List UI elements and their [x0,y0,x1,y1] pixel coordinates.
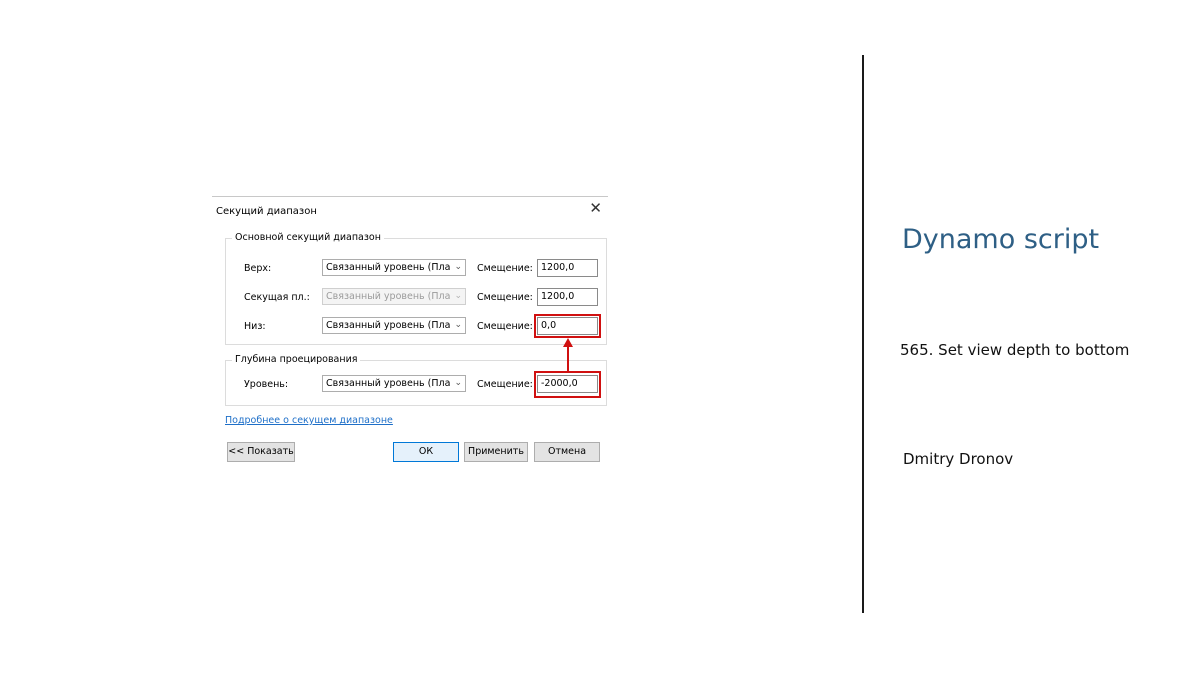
dialog-titlebar: Секущий диапазон ✕ [212,197,608,225]
depth-offset-highlight [534,371,601,398]
view-depth-legend: Глубина проецирования [232,354,361,365]
cut-plane-offset-field[interactable]: 1200,0 [537,288,598,306]
show-button[interactable]: << Показать [227,442,295,462]
close-icon[interactable]: ✕ [589,201,602,216]
cut-plane-level-select: Связанный уровень (План ⌄ [322,288,466,305]
divider-line [862,55,864,613]
depth-level-select[interactable]: Связанный уровень (План ⌄ [322,375,466,392]
primary-range-legend: Основной секущий диапазон [232,232,384,243]
bottom-level-select[interactable]: Связанный уровень (План ⌄ [322,317,466,334]
depth-offset-label: Смещение: [477,379,533,390]
bottom-offset-highlight [534,314,601,338]
view-range-dialog: Секущий диапазон ✕ Основной секущий диап… [212,196,608,464]
ok-button[interactable]: ОК [393,442,459,462]
top-label: Верх: [244,263,272,274]
cut-plane-level-value: Связанный уровень (План [326,291,450,302]
top-offset-label: Смещение: [477,263,533,274]
depth-level-value: Связанный уровень (План [326,378,450,389]
depth-level-label: Уровень: [244,379,289,390]
dialog-title: Секущий диапазон [216,206,317,217]
chevron-down-icon: ⌄ [454,320,462,330]
apply-button[interactable]: Применить [464,442,528,462]
bottom-level-value: Связанный уровень (План [326,320,450,331]
view-range-help-link[interactable]: Подробнее о секущем диапазоне [225,415,393,426]
chevron-down-icon: ⌄ [454,291,462,301]
cancel-button[interactable]: Отмена [534,442,600,462]
chevron-down-icon: ⌄ [454,378,462,388]
panel-subtitle: 565. Set view depth to bottom [900,341,1130,359]
panel-heading: Dynamo script [902,224,1100,255]
top-level-select[interactable]: Связанный уровень (План ⌄ [322,259,466,276]
cut-plane-offset-label: Смещение: [477,292,533,303]
bottom-label: Низ: [244,321,266,332]
arrow-up-icon [563,338,573,372]
top-offset-field[interactable]: 1200,0 [537,259,598,277]
panel-author: Dmitry Dronov [903,450,1014,468]
cut-plane-label: Секущая пл.: [244,292,310,303]
chevron-down-icon: ⌄ [454,262,462,272]
bottom-offset-label: Смещение: [477,321,533,332]
top-level-value: Связанный уровень (План [326,262,450,273]
